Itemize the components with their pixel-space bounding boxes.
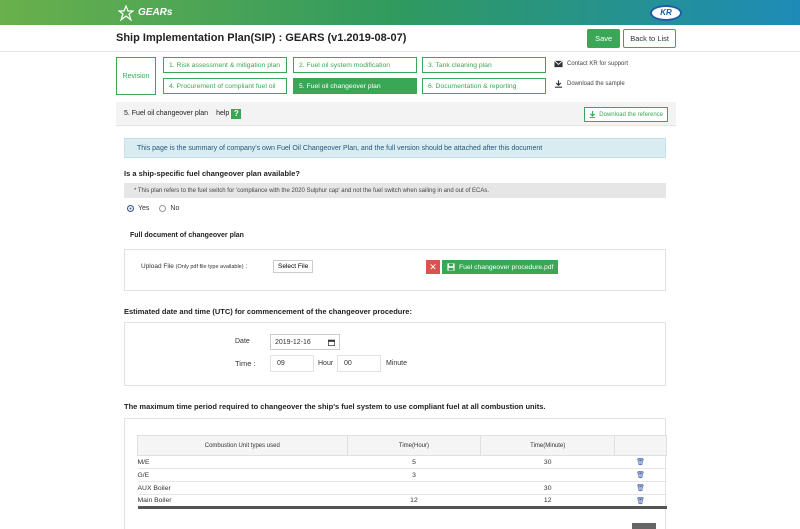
hour-cell[interactable]: 5 xyxy=(347,455,481,469)
help-icon[interactable]: ? xyxy=(231,108,242,119)
date-label: Date xyxy=(235,338,250,345)
upload-label: Upload File (Only pdf file type availabl… xyxy=(141,263,248,270)
revision-button[interactable]: Revision xyxy=(116,57,156,95)
save-disk-icon xyxy=(447,263,455,271)
top-navbar: GEARs KR xyxy=(0,0,800,25)
table-row: AUX Boiler 30 🗑 xyxy=(137,481,667,495)
section-title: 5. Fuel oil changeover plan xyxy=(124,110,209,117)
brand-name: GEARs xyxy=(138,7,173,18)
plan-available-radio-group: Yes No xyxy=(127,205,179,212)
unit-cell: G/E xyxy=(137,468,348,482)
time-label: Time : xyxy=(235,359,256,368)
radio-no[interactable]: No xyxy=(159,205,179,212)
contact-kr-link[interactable]: Contact KR for support xyxy=(554,60,628,68)
col-unit-type: Combustion Unit types used xyxy=(137,435,348,456)
step-navigation: Revision 1. Risk assessment & mitigation… xyxy=(116,57,676,97)
step-1-risk-assessment[interactable]: 1. Risk assessment & mitigation plan xyxy=(163,57,287,73)
step-6-documentation[interactable]: 6. Documentation & reporting xyxy=(422,78,546,94)
download-icon xyxy=(554,80,563,88)
trash-icon[interactable]: 🗑 xyxy=(636,485,645,492)
kr-logo: KR xyxy=(650,4,682,21)
remove-file-icon[interactable]: ✕ xyxy=(426,260,440,274)
page-title: Ship Implementation Plan(SIP) : GEARS (v… xyxy=(116,32,407,44)
table-row: M/E 5 30 🗑 xyxy=(137,455,667,469)
section-header: 5. Fuel oil changeover plan help ? Downl… xyxy=(116,102,676,126)
hour-cell[interactable] xyxy=(347,481,481,495)
upload-panel: Upload File (Only pdf file type availabl… xyxy=(124,249,666,291)
add-row-button[interactable] xyxy=(632,523,656,529)
max-time-table-panel: Combustion Unit types used Time(Hour) Ti… xyxy=(124,418,667,529)
unit-cell: M/E xyxy=(137,455,348,469)
step-4-procurement[interactable]: 4. Procurement of compliant fuel oil xyxy=(163,78,287,94)
radio-yes[interactable]: Yes xyxy=(127,205,149,212)
mail-icon xyxy=(554,60,563,68)
trash-icon[interactable]: 🗑 xyxy=(636,459,645,466)
minute-input[interactable]: 00 xyxy=(337,355,381,372)
step-2-fuel-system[interactable]: 2. Fuel oil system modification xyxy=(293,57,417,73)
unit-cell: AUX Boiler xyxy=(137,481,348,495)
hour-input[interactable]: 09 xyxy=(270,355,314,372)
step-3-tank-cleaning[interactable]: 3. Tank cleaning plan xyxy=(422,57,546,73)
trash-icon[interactable]: 🗑 xyxy=(636,498,645,505)
minute-cell[interactable] xyxy=(480,468,615,482)
minute-cell[interactable]: 12 xyxy=(480,494,615,509)
uploaded-file-link[interactable]: Fuel changeover procedure.pdf xyxy=(442,260,559,274)
hour-label: Hour xyxy=(318,360,334,367)
help-label: help xyxy=(216,110,230,117)
download-sample-link[interactable]: Download the sample xyxy=(554,80,625,88)
minute-label: Minute xyxy=(386,360,408,367)
col-hour: Time(Hour) xyxy=(346,435,482,456)
full-document-label: Full document of changeover plan xyxy=(130,232,244,239)
save-button[interactable]: Save xyxy=(587,28,621,48)
max-time-label: The maximum time period required to chan… xyxy=(124,402,546,411)
plan-note: * This plan refers to the fuel switch fo… xyxy=(124,183,666,198)
download-icon xyxy=(589,111,596,118)
minute-cell[interactable]: 30 xyxy=(480,481,615,495)
hour-cell[interactable]: 12 xyxy=(347,494,481,509)
radio-selected-indicator[interactable] xyxy=(127,205,134,212)
col-action xyxy=(614,435,667,456)
unit-cell: Main Boiler xyxy=(137,494,348,509)
step-5-changeover-plan[interactable]: 5. Fuel oil changeover plan xyxy=(293,78,417,94)
date-input[interactable]: 2019-12-16 xyxy=(270,334,340,350)
info-message: This page is the summary of company's ow… xyxy=(124,138,666,158)
table-row: Main Boiler 12 12 🗑 xyxy=(137,494,667,509)
col-minute: Time(Minute) xyxy=(480,435,616,456)
gears-logo[interactable]: GEARs xyxy=(118,4,173,21)
title-bar: Ship Implementation Plan(SIP) : GEARS (v… xyxy=(0,25,800,52)
calendar-icon[interactable] xyxy=(328,339,335,346)
back-to-list-button[interactable]: Back to List xyxy=(623,28,676,48)
hour-cell[interactable]: 3 xyxy=(347,468,481,482)
radio-unselected-indicator[interactable] xyxy=(159,205,167,212)
minute-cell[interactable]: 30 xyxy=(480,455,615,469)
question-plan-available: Is a ship-specific fuel changeover plan … xyxy=(124,169,300,178)
combustion-units-table: Combustion Unit types used Time(Hour) Ti… xyxy=(137,435,667,509)
gear-logo-icon xyxy=(118,4,134,21)
trash-icon[interactable]: 🗑 xyxy=(636,472,645,479)
estimated-date-label: Estimated date and time (UTC) for commen… xyxy=(124,307,412,316)
table-row: G/E 3 🗑 xyxy=(137,468,667,482)
select-file-button[interactable]: Select File xyxy=(273,260,314,273)
date-time-panel: Date 2019-12-16 Time : 09 Hour 00 Minute xyxy=(124,322,666,386)
download-reference-button[interactable]: Download the reference xyxy=(584,107,668,122)
